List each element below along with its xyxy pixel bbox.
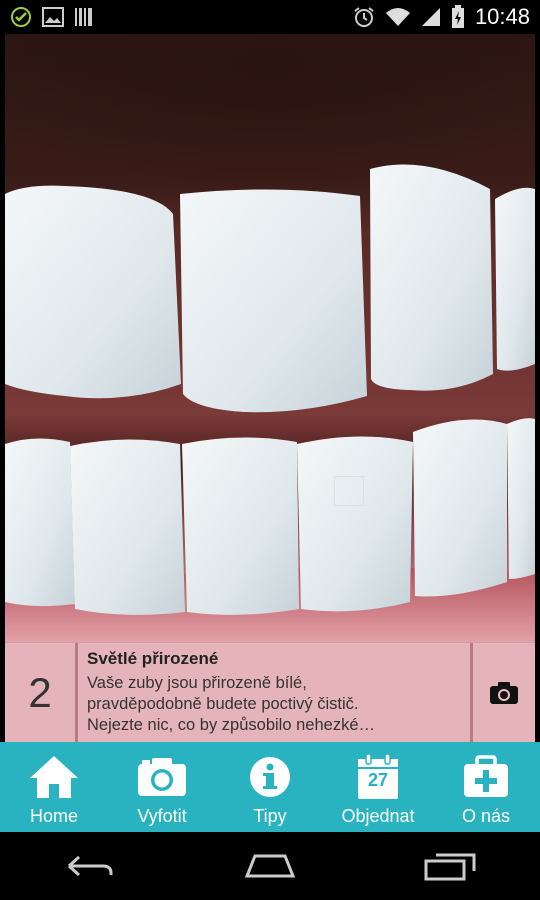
tab-tipy[interactable]: Tipy — [216, 742, 324, 832]
wifi-icon — [385, 8, 410, 26]
status-bar: 10:48 — [0, 0, 540, 34]
focus-indicator — [334, 476, 364, 506]
home-nav-icon — [244, 854, 296, 878]
home-button[interactable] — [230, 846, 310, 886]
tab-label: Tipy — [253, 806, 287, 826]
back-button[interactable] — [50, 846, 130, 886]
tab-home[interactable]: Home — [0, 742, 108, 832]
clock: 10:48 — [474, 4, 530, 29]
check-circle-icon — [11, 7, 31, 27]
medical-kit-icon — [464, 755, 508, 797]
signal-icon — [421, 8, 440, 26]
image-icon — [42, 7, 64, 27]
result-title: Světlé přirozené — [87, 649, 219, 668]
camera-preview[interactable] — [5, 34, 535, 642]
tab-label: O nás — [461, 806, 511, 826]
tab-vyfotit[interactable]: Vyfotit — [108, 742, 216, 832]
battery-charging-icon — [451, 5, 464, 28]
tab-objednat[interactable]: 27 Objednat — [324, 742, 432, 832]
result-description-line: Vaše zuby jsou přirozeně bílé, — [87, 674, 307, 692]
camera-icon — [490, 682, 518, 704]
capture-button[interactable] — [470, 643, 535, 743]
bottom-tab-bar: Home Vyfotit Tipy 27 Objednat O nás — [0, 742, 540, 832]
barcode-icon — [75, 8, 92, 26]
result-number: 2 — [5, 643, 78, 743]
teeth-photo — [5, 164, 535, 642]
result-description-line: pravděpodobně budete poctivý čistič. — [87, 695, 359, 713]
home-icon — [30, 756, 78, 798]
camera-icon — [138, 758, 186, 796]
tab-o-nas[interactable]: O nás — [432, 742, 540, 832]
result-panel: 2 Světlé přirozené Vaše zuby jsou přiroz… — [5, 642, 535, 743]
recents-button[interactable] — [410, 846, 490, 886]
info-icon — [250, 757, 290, 797]
tab-label: Objednat — [341, 806, 415, 826]
recents-icon — [424, 853, 476, 881]
system-nav-bar — [0, 832, 540, 900]
tab-label: Vyfotit — [137, 806, 187, 826]
result-description-line: Nejezte nic, co by způsobilo nehezké… — [87, 716, 375, 734]
back-icon — [67, 855, 113, 877]
result-text[interactable]: Světlé přirozené Vaše zuby jsou přirozen… — [87, 649, 473, 736]
alarm-icon — [354, 7, 374, 27]
calendar-day: 27 — [367, 770, 389, 790]
tab-label: Home — [29, 806, 78, 826]
